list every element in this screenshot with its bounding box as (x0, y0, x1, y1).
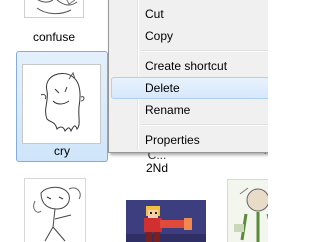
menu-item-label: Rename (145, 103, 191, 117)
file-name-line-2: 2Nd (145, 161, 168, 175)
sketch-drawing (36, 0, 78, 15)
ghost-sketch-drawing (40, 71, 85, 133)
menu-separator (141, 50, 268, 52)
thumbnail-cartoon (227, 179, 268, 242)
file-item-pixel-art[interactable] (126, 200, 208, 242)
menu-item-delete[interactable]: Delete (111, 77, 268, 99)
file-view: confuse cry C... 2Nd Cut Copy Create sho… (0, 0, 268, 242)
menu-item-label: Cut (145, 7, 164, 21)
file-name: cry (54, 144, 70, 158)
menu-item-create-shortcut[interactable]: Create shortcut (111, 55, 268, 77)
cartoon-image (228, 180, 268, 242)
thumbnail-pixel-art (126, 200, 206, 242)
menu-item-cut[interactable]: Cut (111, 3, 268, 25)
thumbnail-cry (22, 64, 101, 144)
menu-item-rename[interactable]: Rename (111, 99, 268, 121)
menu-item-label: Create shortcut (145, 59, 228, 73)
pixel-character-image (126, 200, 206, 242)
menu-item-label: Properties (145, 133, 200, 147)
file-item-cartoon[interactable] (227, 179, 268, 242)
file-item-confuse[interactable]: confuse (20, 0, 88, 50)
thumbnail-sketch (24, 178, 86, 242)
file-item-sketch[interactable] (24, 178, 88, 242)
menu-item-label: Copy (145, 29, 174, 43)
menu-item-label: Delete (145, 81, 180, 95)
context-menu: Cut Copy Create shortcut Delete Rename P… (108, 0, 268, 153)
menu-item-copy[interactable]: Copy (111, 25, 268, 47)
character-sketch-drawing (33, 186, 81, 242)
file-item-cry[interactable]: cry (16, 51, 108, 162)
file-name: confuse (32, 30, 76, 44)
menu-item-properties[interactable]: Properties (111, 129, 268, 151)
thumbnail-confuse (24, 0, 84, 18)
menu-separator (141, 124, 268, 126)
